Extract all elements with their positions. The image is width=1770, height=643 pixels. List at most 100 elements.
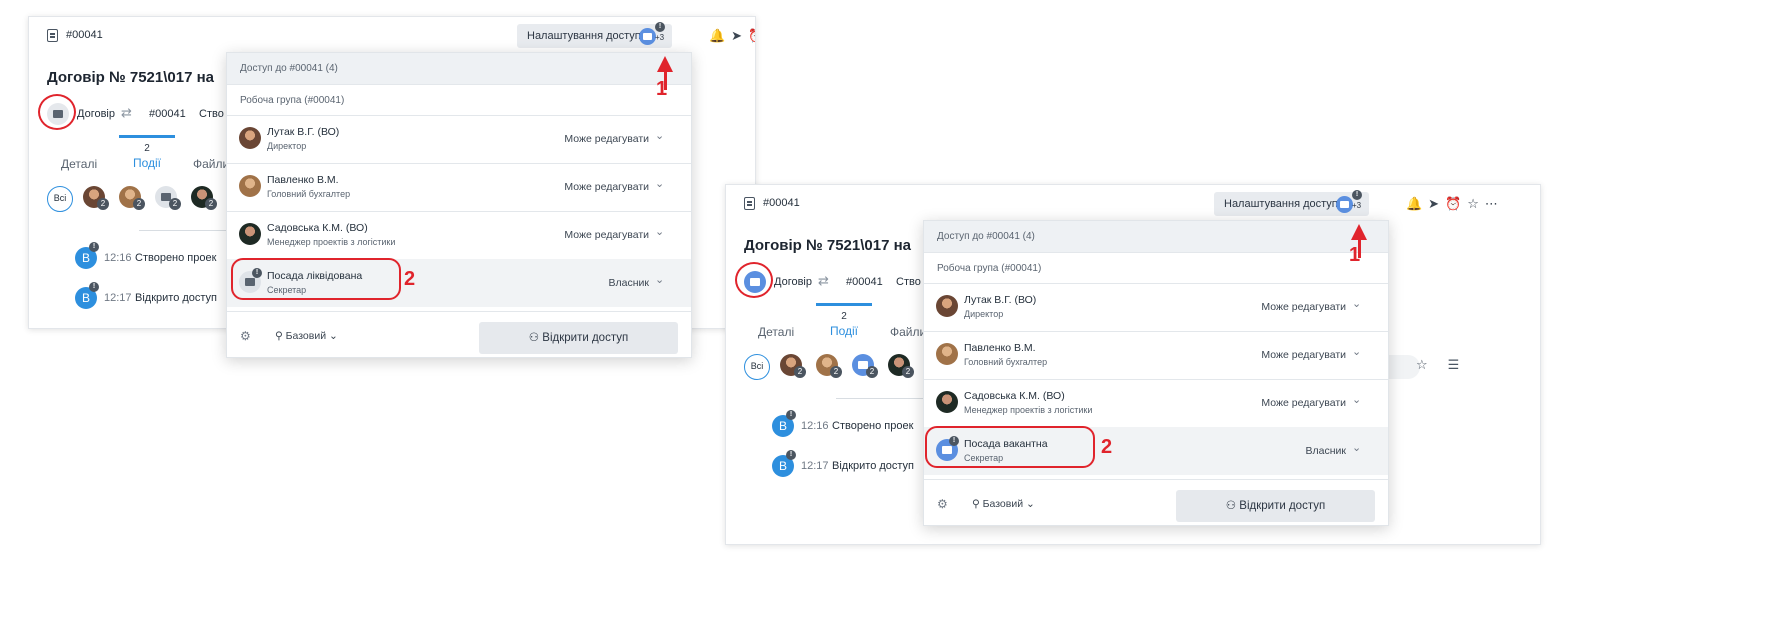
events-label: Події	[132, 156, 162, 170]
briefcase-icon	[639, 28, 656, 45]
event-time: 12:17	[801, 460, 829, 472]
permission-select[interactable]: Може редагувати	[1261, 349, 1346, 361]
participant-avatar[interactable]: 2	[888, 354, 914, 378]
toolbar-icons[interactable]: 🔔➤⏰☆⋯	[709, 28, 755, 44]
member-name: Лутак В.Г. (ВО)	[267, 126, 340, 138]
sync-icon[interactable]: ⇄	[818, 273, 829, 289]
member-role: Головний бухгалтер	[964, 357, 1048, 367]
document-type[interactable]: Договір	[77, 108, 115, 120]
permission-select[interactable]: Власник	[1306, 445, 1346, 457]
open-access-button[interactable]: ⚇ Відкрити доступ	[479, 322, 678, 354]
document-type[interactable]: Договір	[774, 276, 812, 288]
events-label: Події	[829, 324, 859, 338]
event-text: Створено проек	[832, 420, 914, 432]
page-title: Договір № 7521\017 на	[47, 69, 214, 86]
member-name: Павленко В.М.	[267, 174, 339, 186]
filter-icons[interactable]: ☆☰	[1416, 357, 1479, 373]
filter-all[interactable]: Всі	[47, 186, 73, 212]
participant-avatar[interactable]: 2	[119, 186, 145, 210]
participant-avatar[interactable]: 2	[780, 354, 806, 378]
tab-events[interactable]: 2 Події	[119, 135, 175, 177]
toolbar-icons[interactable]: 🔔➤⏰☆⋯	[1406, 196, 1504, 212]
permission-select[interactable]: Може редагувати	[564, 133, 649, 145]
briefcase-icon	[1336, 196, 1353, 213]
access-settings-label: Налаштування доступу	[527, 30, 647, 42]
position-row: ! Посада вакантна Секретар Власник	[924, 427, 1388, 475]
member-row: Садовська К.М. (ВО) Менеджер проектів з …	[924, 379, 1388, 427]
position-role: Секретар	[964, 453, 1004, 463]
position-name: Посада вакантна	[964, 438, 1048, 450]
participant-avatar[interactable]: 2	[191, 186, 217, 210]
member-row: Павленко В.М. Головний бухгалтер Може ре…	[924, 331, 1388, 379]
position-role: Секретар	[267, 285, 307, 295]
marker-one: 1	[656, 78, 668, 100]
open-access-button[interactable]: ⚇ Відкрити доступ	[1176, 490, 1375, 522]
permission-select[interactable]: Може редагувати	[1261, 397, 1346, 409]
avatar: В!	[772, 450, 796, 477]
access-settings-button[interactable]: Налаштування доступу ! +3	[1214, 190, 1369, 216]
access-settings-button[interactable]: Налаштування доступу ! +3	[517, 22, 672, 48]
participant-avatar[interactable]: 2	[816, 354, 842, 378]
participant-avatar[interactable]: 2	[83, 186, 109, 210]
participant-avatar[interactable]: 2	[155, 186, 181, 210]
permission-select[interactable]: Власник	[609, 277, 649, 289]
tab-details[interactable]: Деталі	[61, 157, 97, 171]
alert-badge: !	[1352, 190, 1362, 200]
member-row: Павленко В.М. Головний бухгалтер Може ре…	[227, 163, 691, 211]
avatar	[936, 391, 958, 413]
member-row: Лутак В.Г. (ВО) Директор Може редагувати	[227, 115, 691, 163]
event-text: Відкрито доступ	[135, 292, 218, 304]
tab-files[interactable]: Файли	[890, 325, 926, 339]
document-number: #00041	[149, 108, 186, 120]
access-settings-label: Налаштування доступу	[1224, 198, 1344, 210]
gear-icon[interactable]: ⚙	[937, 497, 948, 511]
member-name: Павленко В.М.	[964, 342, 1036, 354]
briefcase-icon	[744, 271, 766, 293]
permission-select[interactable]: Може редагувати	[564, 181, 649, 193]
tab-events[interactable]: 2 Події	[816, 303, 872, 345]
alert-badge: !	[655, 22, 665, 32]
marker-two: 2	[404, 268, 416, 290]
popup-footer: ⚙ ⚲ Базовий ⌄ ⚇ Відкрити доступ	[227, 311, 691, 359]
briefcase-icon: !	[239, 268, 262, 293]
tab-details[interactable]: Деталі	[758, 325, 794, 339]
extra-members-count: +3	[1352, 201, 1362, 210]
member-name: Садовська К.М. (ВО)	[267, 222, 368, 234]
document-number: #00041	[846, 276, 883, 288]
event-text: Відкрито доступ	[832, 460, 915, 472]
member-role: Менеджер проектів з логістики	[267, 237, 396, 247]
popup-footer: ⚙ ⚲ Базовий ⌄ ⚇ Відкрити доступ	[924, 479, 1388, 527]
position-row: ! Посада ліквідована Секретар Власник	[227, 259, 691, 307]
permission-select[interactable]: Може редагувати	[564, 229, 649, 241]
tab-files[interactable]: Файли	[193, 157, 229, 171]
access-level-select[interactable]: ⚲ Базовий ⌄	[972, 498, 1035, 510]
page-title: Договір № 7521\017 на	[744, 237, 911, 254]
filter-all[interactable]: Всі	[744, 354, 770, 380]
member-row: Садовська К.М. (ВО) Менеджер проектів з …	[227, 211, 691, 259]
access-level-select[interactable]: ⚲ Базовий ⌄	[275, 330, 338, 342]
avatar: В!	[772, 410, 796, 437]
event-text: Створено проек	[135, 252, 217, 264]
member-name: Лутак В.Г. (ВО)	[964, 294, 1037, 306]
document-icon	[744, 197, 755, 210]
created-label: Ство	[896, 276, 921, 288]
marker-one: 1	[1349, 244, 1361, 266]
member-role: Директор	[964, 309, 1004, 319]
event-time: 12:17	[104, 292, 132, 304]
event-time: 12:16	[801, 420, 829, 432]
avatar	[239, 127, 261, 149]
avatar: В!	[75, 282, 99, 309]
avatar	[936, 343, 958, 365]
member-role: Головний бухгалтер	[267, 189, 351, 199]
participant-avatar[interactable]: 2	[852, 354, 878, 378]
sync-icon[interactable]: ⇄	[121, 105, 132, 121]
permission-select[interactable]: Може редагувати	[1261, 301, 1346, 313]
access-popup: Доступ до #00041 (4) Робоча група (#0004…	[226, 52, 692, 358]
workgroup-label: Робоча група (#00041)	[240, 95, 345, 106]
position-name: Посада ліквідована	[267, 270, 363, 282]
briefcase-icon	[47, 103, 69, 125]
event-time: 12:16	[104, 252, 132, 264]
member-name: Садовська К.М. (ВО)	[964, 390, 1065, 402]
created-label: Ство	[199, 108, 224, 120]
gear-icon[interactable]: ⚙	[240, 329, 251, 343]
